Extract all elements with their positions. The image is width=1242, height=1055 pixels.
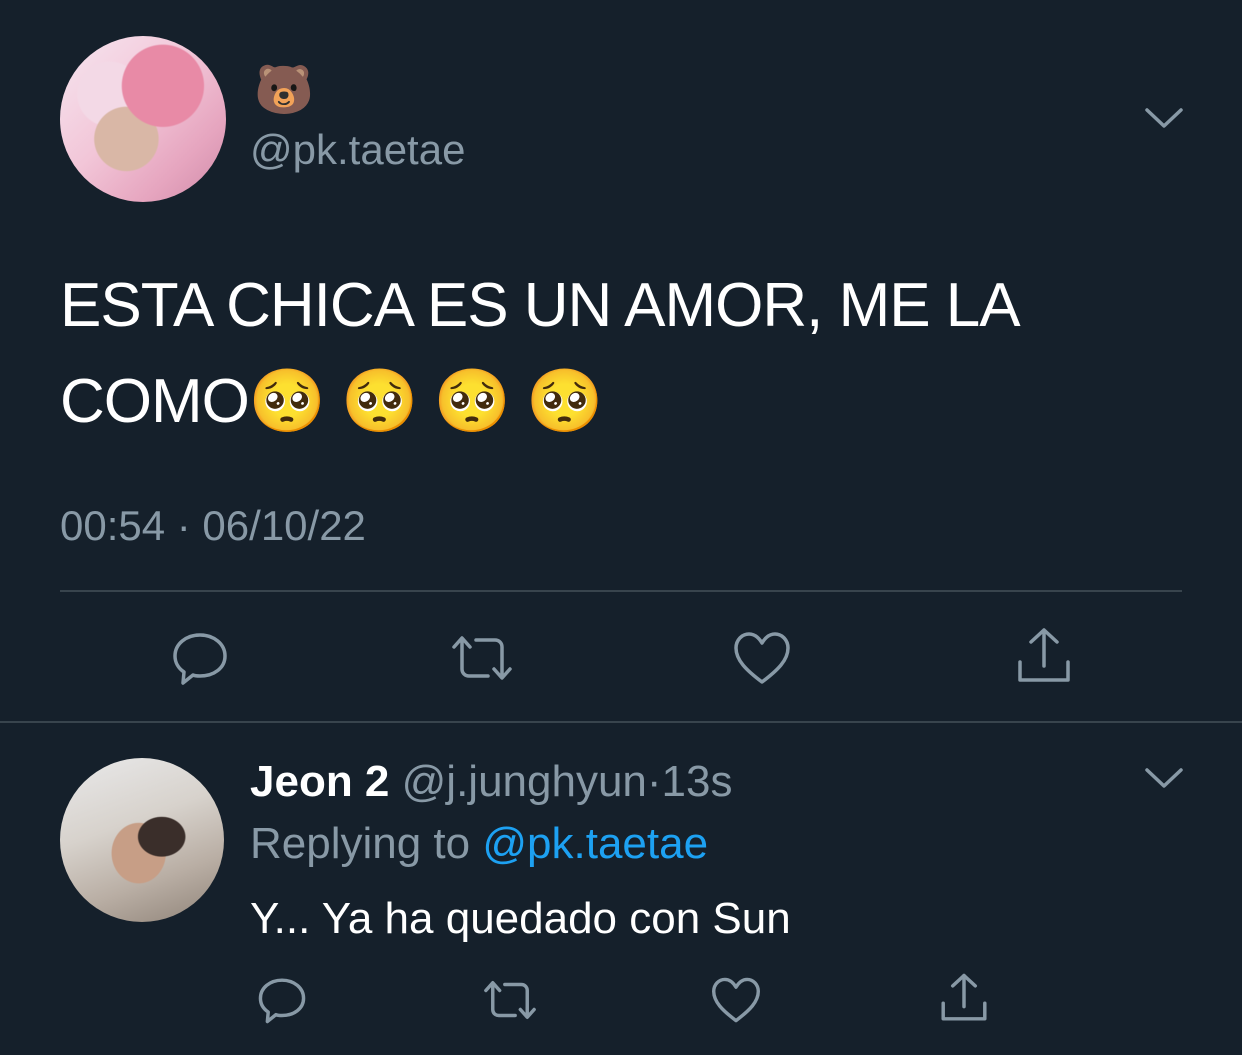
replying-to-link[interactable]: @pk.taetae bbox=[482, 819, 708, 868]
reply-icon[interactable] bbox=[250, 968, 314, 1032]
like-icon[interactable] bbox=[704, 968, 768, 1032]
divider bbox=[0, 721, 1242, 723]
tweet-timestamp[interactable]: 00:54 · 06/10/22 bbox=[60, 500, 366, 552]
reply-author-name[interactable]: Jeon 2 bbox=[250, 757, 389, 806]
author-handle[interactable]: @pk.taetae bbox=[250, 124, 465, 176]
retweet-icon[interactable] bbox=[478, 968, 542, 1032]
reply-text: Y... Ya ha quedado con Sun bbox=[250, 894, 791, 943]
replying-prefix: Replying to bbox=[250, 819, 483, 868]
share-icon[interactable] bbox=[932, 966, 996, 1030]
share-icon[interactable] bbox=[1012, 624, 1076, 688]
reply-time[interactable]: 13s bbox=[662, 757, 733, 806]
like-icon[interactable] bbox=[730, 626, 794, 690]
chevron-down-icon[interactable] bbox=[1144, 766, 1184, 790]
separator-dot: · bbox=[646, 757, 662, 806]
author-avatar[interactable] bbox=[60, 36, 226, 202]
replying-to: Replying to @pk.taetae bbox=[250, 818, 708, 870]
tweet-text: ESTA CHICA ES UN AMOR, ME LA COMO🥺 🥺 🥺 🥺 bbox=[60, 271, 1033, 436]
reply-author-avatar[interactable] bbox=[60, 758, 224, 922]
author-display-name[interactable]: 🐻 bbox=[254, 62, 314, 118]
divider bbox=[60, 590, 1182, 592]
reply-author-handle[interactable]: @j.junghyun bbox=[402, 757, 647, 806]
retweet-icon[interactable] bbox=[450, 626, 514, 690]
reply-header: Jeon 2 @j.junghyun·13s bbox=[250, 756, 733, 808]
reply-icon[interactable] bbox=[168, 626, 232, 690]
chevron-down-icon[interactable] bbox=[1144, 106, 1184, 130]
